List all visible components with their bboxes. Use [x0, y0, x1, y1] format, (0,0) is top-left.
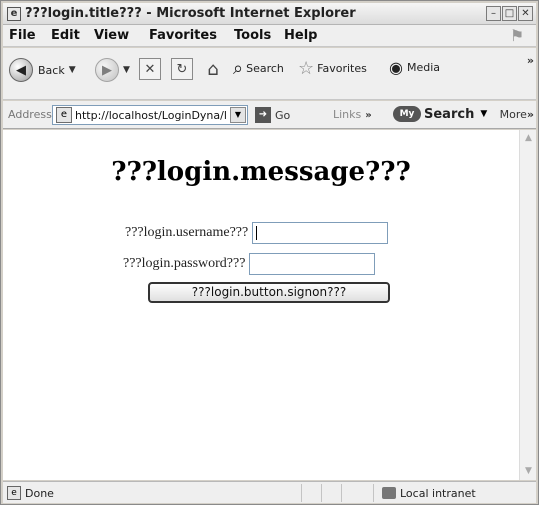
intranet-zone-icon: [382, 487, 396, 499]
page-content: ???login.message??? ???login.username???…: [3, 130, 536, 480]
forward-arrow-icon: ▶: [95, 58, 119, 82]
home-button[interactable]: ⌂: [202, 58, 224, 80]
links-label: Links: [333, 108, 362, 121]
search-icon: ⌕: [233, 58, 244, 79]
search-button[interactable]: ⌕ Search: [233, 58, 284, 79]
home-icon: ⌂: [207, 58, 219, 80]
status-cell: [341, 484, 359, 502]
links-toolbar[interactable]: Links»: [333, 108, 372, 121]
menu-help[interactable]: Help: [284, 28, 317, 43]
back-button[interactable]: ◀ Back ▼: [9, 58, 76, 82]
window-title: ???login.title??? - Microsoft Internet E…: [25, 6, 356, 21]
more-label: More: [499, 108, 527, 121]
password-label: ???login.password???: [123, 256, 246, 271]
page-icon: e: [56, 107, 72, 123]
status-cell: [301, 484, 319, 502]
forward-button[interactable]: ▶ ▼: [95, 58, 130, 82]
standard-toolbar: ◀ Back ▼ ▶ ▼ ✕ ↻ ⌂ ⌕ Search ☆ Favorites …: [3, 48, 536, 100]
address-bar: Address e http://localhost/LoginDyna/lc …: [3, 101, 536, 129]
ie-page-icon[interactable]: e: [7, 7, 21, 21]
username-label: ???login.username???: [125, 225, 249, 240]
signon-button[interactable]: ???login.button.signon???: [148, 282, 390, 303]
mysearch-toolbar[interactable]: My Search ▼: [393, 106, 487, 122]
media-label: Media: [406, 61, 441, 74]
go-label: Go: [275, 108, 291, 122]
close-icon[interactable]: ✕: [518, 6, 533, 21]
menu-file[interactable]: File: [9, 28, 36, 43]
search-label: Search: [246, 62, 284, 75]
go-button[interactable]: ➜ Go: [255, 107, 290, 123]
more-button[interactable]: More»: [500, 108, 534, 121]
go-arrow-icon: ➜: [255, 107, 271, 123]
stop-icon: ✕: [139, 58, 161, 80]
address-input[interactable]: e http://localhost/LoginDyna/lc ▼: [52, 105, 248, 125]
window-controls: – □ ✕: [486, 6, 533, 21]
username-row: ???login.username???: [125, 222, 389, 244]
zone-label: Local intranet: [400, 486, 476, 500]
scroll-down-icon[interactable]: ▼: [521, 464, 536, 479]
links-chevron[interactable]: »: [365, 110, 371, 121]
username-input[interactable]: [252, 222, 389, 244]
minimize-icon[interactable]: –: [486, 6, 501, 21]
status-bar: e Done Local intranet: [3, 481, 536, 503]
menu-favorites[interactable]: Favorites: [149, 28, 217, 43]
mysearch-dropdown-icon[interactable]: ▼: [480, 109, 487, 119]
scroll-up-icon[interactable]: ▲: [521, 131, 536, 146]
security-zone[interactable]: Local intranet: [373, 484, 523, 502]
menu-edit[interactable]: Edit: [51, 28, 80, 43]
status-cell: [321, 484, 339, 502]
favorites-button[interactable]: ☆ Favorites: [298, 58, 367, 79]
back-dropdown-icon[interactable]: ▼: [69, 65, 76, 75]
title-bar: e ???login.title??? - Microsoft Internet…: [3, 3, 536, 25]
favorites-label: Favorites: [317, 62, 367, 75]
maximize-icon[interactable]: □: [502, 6, 517, 21]
menu-bar: File Edit View Favorites Tools Help ⚑: [3, 25, 536, 47]
toolbar-overflow-chevron[interactable]: »: [527, 54, 534, 67]
mysearch-logo-icon: My: [393, 106, 421, 122]
media-button[interactable]: ◉ Media: [389, 58, 440, 77]
back-label: Back: [38, 63, 65, 77]
password-input[interactable]: [249, 253, 376, 275]
stop-button[interactable]: ✕: [139, 58, 161, 80]
address-dropdown-icon[interactable]: ▼: [230, 107, 246, 123]
back-arrow-icon: ◀: [9, 58, 33, 82]
address-url[interactable]: http://localhost/LoginDyna/lc: [75, 109, 227, 122]
forward-dropdown-icon[interactable]: ▼: [123, 65, 130, 75]
favorites-star-icon: ☆: [298, 58, 315, 79]
refresh-button[interactable]: ↻: [171, 58, 193, 80]
menu-tools[interactable]: Tools: [234, 28, 271, 43]
windows-flag-icon: ⚑: [509, 26, 525, 45]
menu-view[interactable]: View: [94, 28, 129, 43]
media-icon: ◉: [389, 58, 403, 77]
refresh-icon: ↻: [171, 58, 193, 80]
browser-window: e ???login.title??? - Microsoft Internet…: [0, 0, 539, 505]
more-chevron: »: [526, 108, 534, 121]
vertical-scrollbar[interactable]: ▲ ▼: [519, 130, 536, 480]
address-label: Address: [8, 108, 52, 121]
status-text: Done: [25, 487, 54, 500]
login-heading: ???login.message???: [111, 157, 411, 187]
password-row: ???login.password???: [123, 253, 376, 275]
mysearch-label: Search: [424, 106, 475, 122]
status-page-icon: e: [7, 486, 21, 500]
